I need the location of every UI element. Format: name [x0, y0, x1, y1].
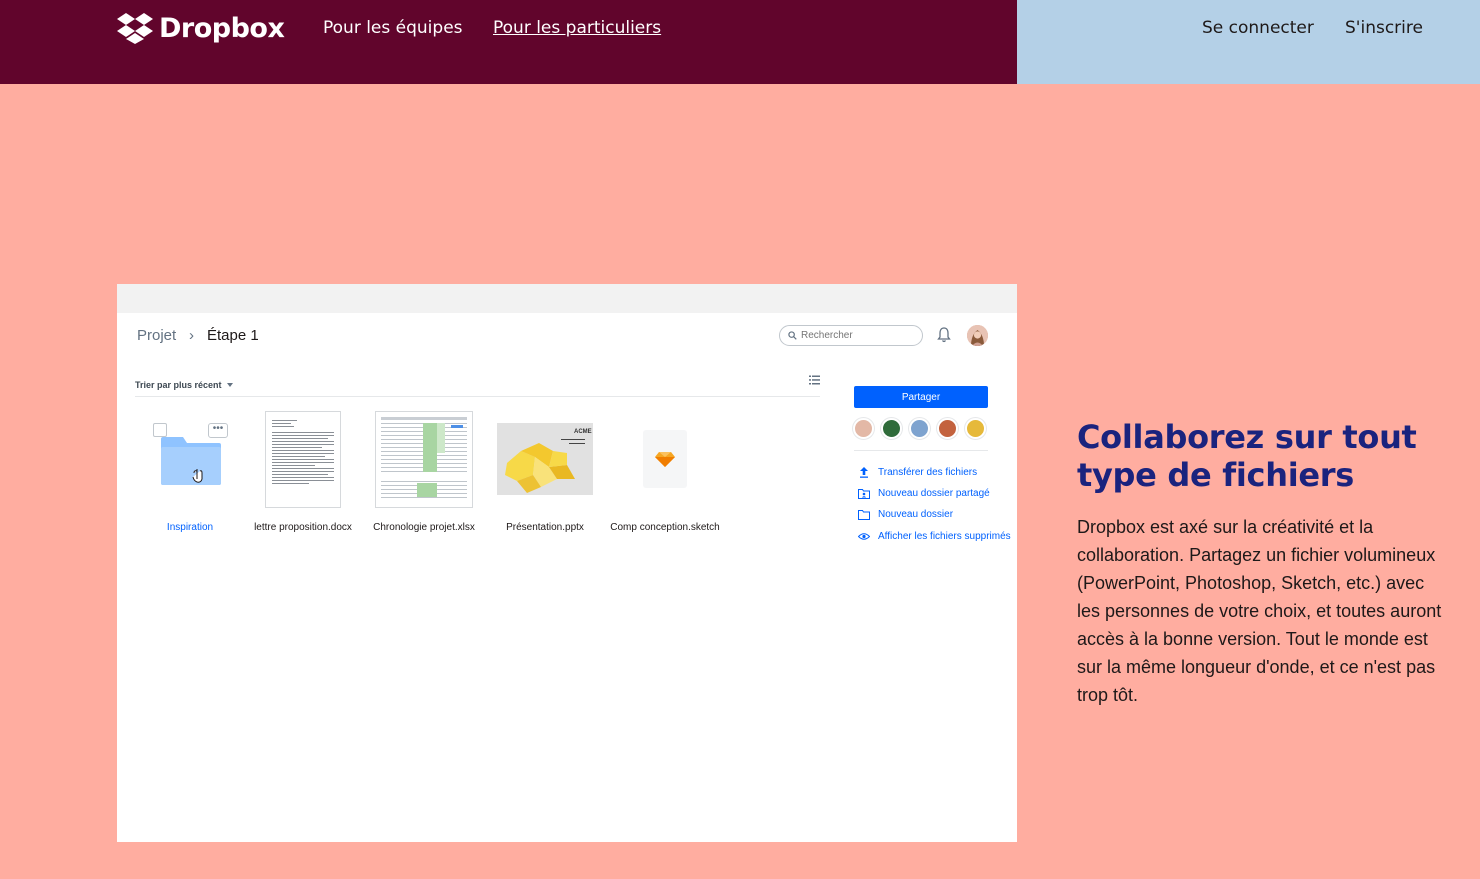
action-label: Transférer des fichiers — [878, 467, 978, 478]
presentation-brand: ACME — [574, 429, 592, 435]
action-label: Nouveau dossier partagé — [878, 488, 990, 499]
nav-personal[interactable]: Pour les particuliers — [493, 18, 661, 38]
dropbox-logo[interactable]: Dropbox — [117, 12, 285, 44]
bell-icon[interactable] — [937, 327, 951, 343]
member-avatar[interactable] — [853, 418, 874, 439]
sort-label: Trier par plus récent — [135, 380, 222, 390]
search-input[interactable] — [801, 330, 911, 341]
member-avatar[interactable] — [937, 418, 958, 439]
upload-icon — [860, 467, 868, 478]
user-avatar[interactable] — [967, 325, 988, 346]
nav-teams[interactable]: Pour les équipes — [323, 18, 463, 38]
xlsx-thumbnail[interactable] — [375, 411, 473, 508]
breadcrumb-separator: › — [189, 327, 194, 344]
dropbox-logo-icon — [117, 13, 153, 44]
breadcrumb-step: Étape 1 — [207, 327, 259, 344]
feature-title: Collaborez sur tout type de fichiers — [1077, 418, 1417, 494]
action-new-folder[interactable]: Nouveau dossier — [858, 509, 953, 520]
sketch-thumbnail[interactable] — [643, 430, 687, 488]
logo-text: Dropbox — [159, 12, 285, 44]
member-avatar[interactable] — [881, 418, 902, 439]
folder-icon[interactable] — [161, 433, 221, 485]
search-icon — [788, 331, 797, 340]
search-box[interactable] — [779, 325, 923, 346]
file-name-inspiration[interactable]: Inspiration — [167, 522, 213, 533]
share-button[interactable]: Partager — [854, 386, 988, 408]
breadcrumb-project[interactable]: Projet — [137, 327, 176, 344]
member-avatar[interactable] — [909, 418, 930, 439]
pptx-thumbnail[interactable]: ACME — [497, 423, 593, 495]
spreadsheet-preview-icon — [381, 417, 467, 498]
sketch-gem-icon — [655, 452, 675, 467]
docx-thumbnail[interactable] — [265, 411, 341, 508]
action-label: Nouveau dossier — [878, 509, 954, 520]
app-title-bar — [117, 284, 1017, 313]
action-show-deleted[interactable]: Afficher les fichiers supprimés — [858, 531, 1011, 542]
more-options-icon[interactable]: ••• — [208, 423, 228, 438]
action-new-shared-folder[interactable]: Nouveau dossier partagé — [858, 488, 990, 499]
signup-link[interactable]: S'inscrire — [1345, 18, 1423, 38]
sidebar-divider — [854, 450, 988, 451]
list-divider — [135, 396, 820, 397]
action-label: Afficher les fichiers supprimés — [878, 531, 1011, 542]
sort-dropdown[interactable]: Trier par plus récent — [135, 380, 233, 390]
file-name-docx[interactable]: lettre proposition.docx — [254, 522, 352, 533]
file-name-sketch[interactable]: Comp conception.sketch — [610, 522, 720, 533]
login-link[interactable]: Se connecter — [1202, 18, 1314, 38]
file-name-xlsx[interactable]: Chronologie projet.xlsx — [373, 522, 475, 533]
member-avatar[interactable] — [965, 418, 986, 439]
folder-outline-icon — [858, 510, 870, 520]
folder-checkbox[interactable] — [153, 423, 167, 437]
action-upload-files[interactable]: Transférer des fichiers — [858, 467, 977, 478]
feature-text: Dropbox est axé sur la créativité et la … — [1077, 517, 1442, 705]
eye-icon — [858, 533, 870, 540]
list-view-icon[interactable] — [809, 375, 820, 385]
app-preview: Projet › Étape 1 Trier par plus récent — [117, 284, 1017, 842]
caret-down-icon — [226, 383, 233, 387]
avatar-person-icon — [967, 325, 988, 346]
file-name-pptx[interactable]: Présentation.pptx — [506, 522, 584, 533]
top-bar-right — [1017, 0, 1480, 84]
shared-folder-icon — [858, 489, 870, 499]
